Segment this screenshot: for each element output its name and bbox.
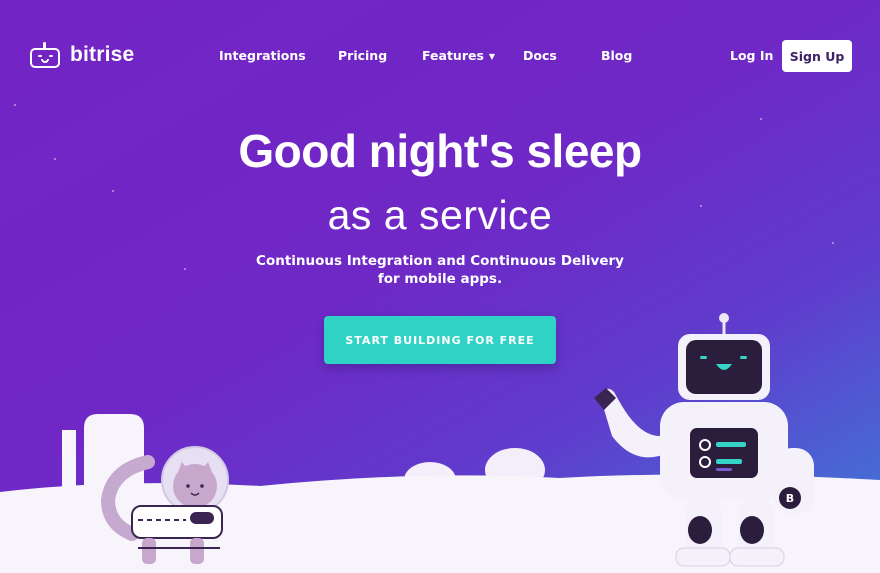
nav-docs[interactable]: Docs: [523, 48, 557, 63]
robot-logo-icon: [28, 42, 62, 68]
moon-base-illustration: [62, 414, 545, 500]
nav-pricing[interactable]: Pricing: [338, 48, 387, 63]
robot-mascot-illustration: B: [594, 313, 814, 567]
hero-description: Continuous Integration and Continuous De…: [0, 252, 880, 288]
nav-features-label: Features: [422, 48, 484, 63]
robot-badge: B: [786, 492, 794, 505]
nav-blog[interactable]: Blog: [601, 48, 632, 63]
hero-title: Good night's sleep: [238, 125, 642, 177]
moon-surface-illustration: [0, 474, 880, 573]
astronaut-cat-illustration: [100, 446, 229, 564]
nav-features[interactable]: Features ▼: [422, 48, 495, 63]
nav-integrations[interactable]: Integrations: [219, 48, 306, 63]
hero-description-line-2: for mobile apps.: [377, 271, 503, 287]
hero-description-line-1: Continuous Integration and Continuous De…: [256, 253, 624, 269]
signup-button[interactable]: Sign Up: [782, 40, 852, 72]
bitrise-logo[interactable]: bitrise: [28, 40, 134, 70]
chevron-down-icon: ▼: [488, 52, 496, 61]
login-link[interactable]: Log In: [730, 48, 773, 63]
hero-subtitle: as a service: [327, 192, 553, 238]
brand-name: bitrise: [70, 43, 135, 66]
start-building-button[interactable]: START BUILDING FOR FREE: [324, 316, 556, 364]
